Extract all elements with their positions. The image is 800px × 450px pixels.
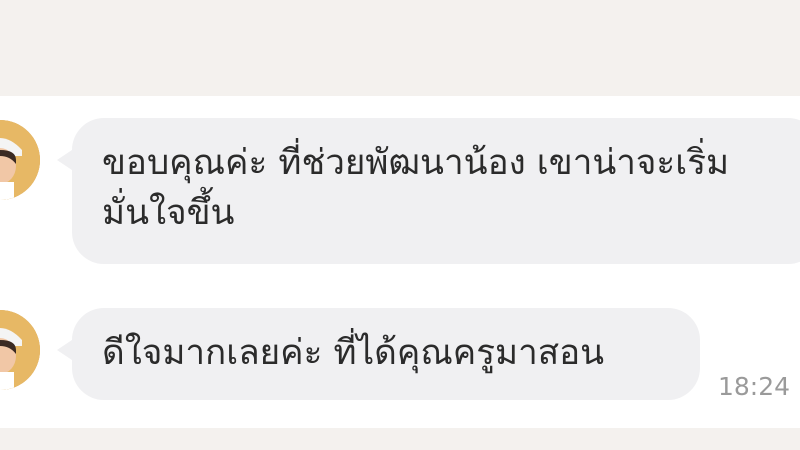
chat-message-list[interactable]: ขอบคุณค่ะ ที่ช่วยพัฒนาน้อง เขาน่าจะเริ่ม… [0, 96, 800, 428]
message-timestamp: 18:24 [718, 372, 791, 401]
message-bubble[interactable]: ขอบคุณค่ะ ที่ช่วยพัฒนาน้อง เขาน่าจะเริ่ม… [72, 118, 800, 264]
message-text: ขอบคุณค่ะ ที่ช่วยพัฒนาน้อง เขาน่าจะเริ่ม… [102, 143, 730, 233]
teacher-avatar-icon [0, 310, 40, 390]
message-bubble[interactable]: ดีใจมากเลยค่ะ ที่ได้คุณครูมาสอน [72, 308, 700, 400]
message-text: ดีใจมากเลยค่ะ ที่ได้คุณครูมาสอน [102, 333, 605, 373]
chat-top-background [0, 0, 800, 96]
teacher-avatar-icon [0, 120, 40, 200]
chat-bottom-background [0, 428, 800, 450]
sender-avatar[interactable] [0, 120, 40, 200]
sender-avatar[interactable] [0, 310, 40, 390]
